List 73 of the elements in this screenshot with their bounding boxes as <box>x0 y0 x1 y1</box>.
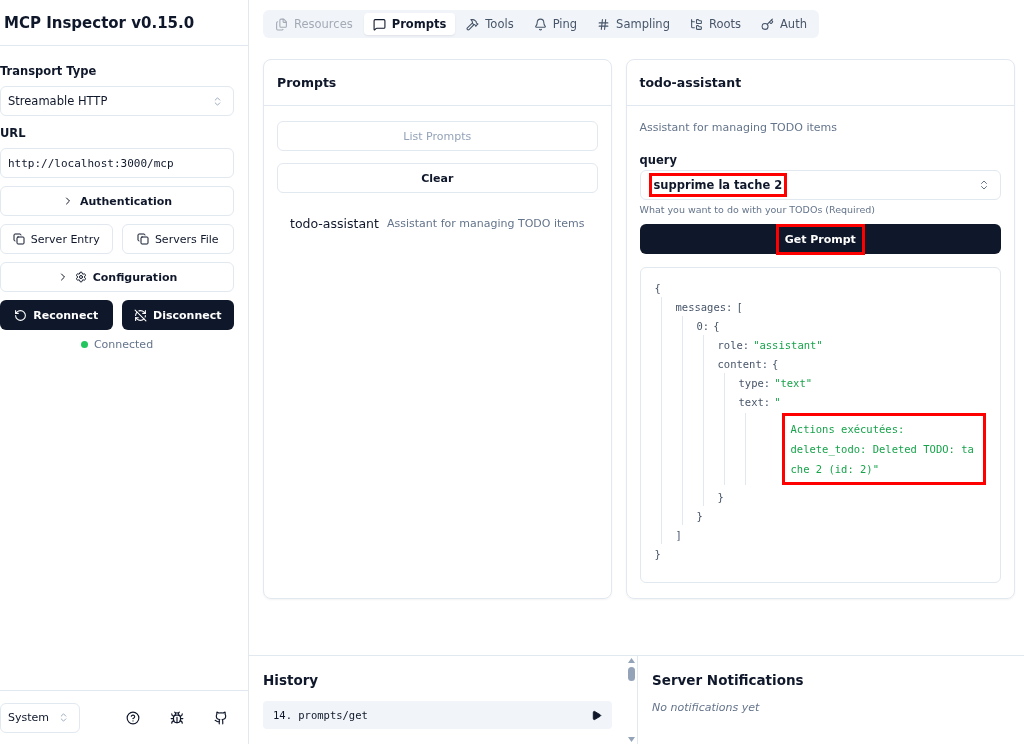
configuration-button[interactable]: Configuration <box>0 262 234 292</box>
action-icon <box>134 308 148 322</box>
field-hint: What you want to do with your TODOs (Required) <box>639 204 877 215</box>
chevrons-icon <box>212 95 223 107</box>
tab[interactable]: Prompts <box>363 13 456 35</box>
tools-tab-icon <box>466 17 480 31</box>
json-bracket: ] <box>675 528 682 541</box>
json-key: 0: <box>696 319 710 332</box>
field-label: URL <box>0 126 27 140</box>
chevrons-icon <box>978 179 990 191</box>
theme-select[interactable]: System <box>0 702 80 733</box>
help-button[interactable] <box>126 710 140 725</box>
resources-tab-icon <box>275 17 288 31</box>
bug-button[interactable] <box>170 710 184 725</box>
chevrons-icon <box>58 712 69 723</box>
tab[interactable]: Roots <box>680 13 750 35</box>
notifications-title: Server Notifications <box>652 672 805 688</box>
copy-icon <box>12 233 25 245</box>
copy-button[interactable]: Server Entry <box>0 224 113 254</box>
json-key: text: <box>738 395 771 408</box>
json-bracket: { <box>713 319 720 332</box>
json-string: "text" <box>774 376 813 389</box>
copy-button[interactable]: Servers File <box>121 224 234 254</box>
roots-tab-icon <box>689 17 703 31</box>
play-icon <box>591 709 602 721</box>
status-text: Connected <box>93 338 154 351</box>
json-bracket: { <box>772 357 779 370</box>
json-string: Actions exécutées: delete_todo: Deleted TODO: tache 2 (id: 2)" <box>781 413 986 485</box>
card-title: Prompts <box>277 75 337 90</box>
prompt-description: Assistant for managing TODO items <box>639 121 838 134</box>
settings-icon <box>74 271 87 283</box>
history-title: History <box>263 672 320 688</box>
tab[interactable]: Auth <box>752 13 816 35</box>
scroll-thumb[interactable] <box>627 667 635 681</box>
json-string: " <box>774 395 781 408</box>
field-label: Transport Type <box>0 64 98 78</box>
get-prompt-button[interactable]: Get Prompt <box>639 224 1001 254</box>
json-key: type: <box>738 376 771 389</box>
clear-button[interactable]: Clear <box>277 163 598 193</box>
sampling-tab-icon <box>597 17 611 31</box>
json-key: content: <box>717 357 769 370</box>
ping-tab-icon <box>533 17 547 31</box>
json-bracket: } <box>717 490 724 503</box>
json-key: messages: <box>675 300 733 313</box>
scroll-up-icon[interactable] <box>627 658 635 663</box>
scrollbar[interactable] <box>625 656 638 744</box>
query-field[interactable]: supprime la tache 2 <box>639 170 1001 200</box>
json-bracket: { <box>654 281 661 294</box>
scroll-down-icon[interactable] <box>627 737 635 742</box>
authentication-button[interactable]: Authentication <box>0 186 234 216</box>
field-label: query <box>639 153 678 167</box>
disconnect-button[interactable]: Disconnect <box>121 300 234 330</box>
url-field[interactable]: http://localhost:3000/mcp <box>0 148 234 178</box>
json-bracket: [ <box>736 300 743 313</box>
auth-tab-icon <box>761 17 774 31</box>
tab[interactable]: Ping <box>524 13 587 35</box>
transport-select[interactable]: Streamable HTTP <box>0 86 234 116</box>
json-string: "assistant" <box>753 338 823 351</box>
prompt-item[interactable]: todo-assistant Assistant for managing TODO items <box>277 206 598 241</box>
github-button[interactable] <box>214 710 228 725</box>
copy-icon <box>136 233 149 245</box>
json-bracket: } <box>654 547 661 560</box>
empty-message: No notifications yet <box>652 701 761 714</box>
tab[interactable]: Sampling <box>588 13 679 35</box>
action-icon <box>14 308 28 322</box>
prompts-tab-icon <box>372 17 386 31</box>
json-bracket: } <box>696 509 703 522</box>
app-title: MCP Inspector v0.15.0 <box>4 13 195 32</box>
history-item[interactable]: 14. prompts/get <box>263 701 612 729</box>
tab[interactable]: Tools <box>457 13 523 35</box>
json-key: role: <box>717 338 750 351</box>
reconnect-button[interactable]: Reconnect <box>0 300 113 330</box>
card-title: todo-assistant <box>639 75 742 90</box>
